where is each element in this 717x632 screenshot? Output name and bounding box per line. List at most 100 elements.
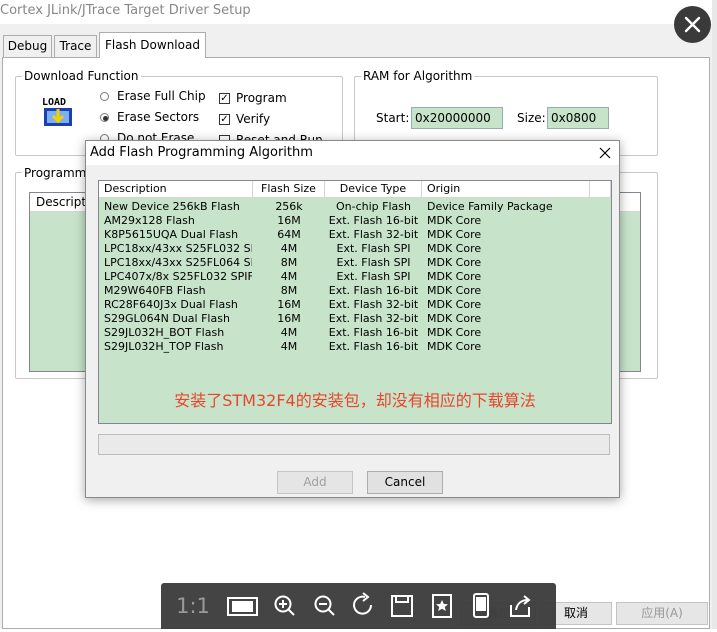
cell-description: K8P5615UQA Dual Flash (104, 228, 239, 241)
cell-origin: MDK Core (427, 326, 482, 339)
cell-origin: MDK Core (427, 298, 482, 311)
cell-origin: MDK Core (427, 214, 482, 227)
cell-description: LPC18xx/43xx S25FL064 SP... (104, 256, 252, 269)
cell-flash-size: 16M (277, 298, 301, 311)
table-row[interactable]: M29W640FB Flash 8M Ext. Flash 16-bit MDK Co… (99, 284, 611, 298)
cell-description: LPC18xx/43xx S25FL032 SP... (104, 242, 252, 255)
cell-device-type: Ext. Flash 32-bit (328, 228, 419, 241)
ram-start-label: Start: (376, 111, 410, 125)
erase-sectors-label: Erase Sectors (117, 110, 200, 124)
download-function-legend: Download Function (22, 69, 141, 83)
viewer-toolbar: 1:1 (161, 583, 556, 629)
share-icon[interactable] (501, 583, 539, 629)
viewer-close-icon[interactable] (674, 6, 711, 43)
erase-full-chip-label: Erase Full Chip (117, 89, 206, 103)
cell-description: RC28F640J3x Dual Flash (104, 298, 238, 311)
cancel-dialog-button[interactable]: Cancel (367, 471, 443, 494)
cell-origin: Device Family Package (427, 200, 553, 213)
cell-flash-size: 4M (280, 270, 298, 283)
ram-start-input[interactable]: 0x20000000 (411, 107, 503, 129)
add-flash-algorithm-dialog: Add Flash Programming Algorithm Descript… (85, 140, 620, 498)
verify-checkbox[interactable]: ✓ (219, 114, 230, 125)
cell-flash-size: 64M (277, 228, 301, 241)
fit-screen-icon[interactable] (223, 583, 261, 629)
table-row[interactable]: LPC18xx/43xx S25FL032 SP... 4M Ext. Flash … (99, 242, 611, 256)
program-label: Program (236, 91, 287, 105)
progress-bar (98, 434, 610, 455)
ram-legend: RAM for Algorithm (361, 69, 475, 83)
zoom-in-icon[interactable] (266, 583, 304, 629)
annotation-note: 安装了STM32F4的安装包，却没有相应的下载算法 (174, 391, 536, 410)
table-row[interactable]: New Device 256kB Flash 256k On-chip Flash D… (99, 200, 611, 214)
cell-description: S29JL032H_TOP Flash (104, 340, 224, 353)
window-title: Cortex JLink/JTrace Target Driver Setup (0, 0, 712, 24)
cell-device-type: Ext. Flash 16-bit (328, 284, 419, 297)
bookmark-icon[interactable] (423, 583, 461, 629)
cell-origin: MDK Core (427, 312, 482, 325)
cell-flash-size: 4M (280, 340, 298, 353)
verify-label: Verify (236, 112, 271, 126)
column-header-description[interactable]: Description (99, 181, 253, 198)
cell-device-type: Ext. Flash SPI (336, 270, 411, 283)
table-row[interactable]: S29JL032H_BOT Flash 4M Ext. Flash 16-bit MD… (99, 326, 611, 340)
erase-full-chip-radio[interactable] (100, 92, 109, 101)
column-header-flash-size[interactable]: Flash Size (253, 181, 325, 198)
cell-device-type: Ext. Flash 32-bit (328, 298, 419, 311)
table-row[interactable]: S29JL032H_TOP Flash 4M Ext. Flash 16-bit MD… (99, 340, 611, 354)
column-header-device-type[interactable]: Device Type (325, 181, 422, 198)
load-icon-text: LOAD (42, 97, 66, 108)
dialog-close-icon[interactable] (596, 144, 614, 162)
cell-device-type: Ext. Flash SPI (336, 256, 411, 269)
column-header-spacer (590, 181, 611, 198)
cell-origin: MDK Core (427, 256, 482, 269)
table-row[interactable]: LPC407x/8x S25FL032 SPIFI 4M Ext. Flash SP… (99, 270, 611, 284)
dialog-title: Add Flash Programming Algorithm (86, 141, 619, 165)
erase-sectors-radio[interactable] (100, 113, 109, 122)
tab-trace[interactable]: Trace (54, 35, 97, 57)
table-row[interactable]: LPC18xx/43xx S25FL064 SP... 8M Ext. Flash … (99, 256, 611, 270)
cell-flash-size: 16M (277, 312, 301, 325)
tab-flash-download[interactable]: Flash Download (99, 32, 206, 58)
table-row[interactable]: S29GL064N Dual Flash 16M Ext. Flash 32-bit… (99, 312, 611, 326)
tab-debug[interactable]: Debug (3, 35, 52, 57)
tab-label: Debug (7, 39, 48, 53)
table-row[interactable]: AM29x128 Flash 16M Ext. Flash 16-bit MDK Co… (99, 214, 611, 228)
cell-origin: MDK Core (427, 284, 482, 297)
cell-description: LPC407x/8x S25FL032 SPIFI (104, 270, 252, 283)
rotate-icon[interactable] (345, 583, 383, 629)
zoom-ratio-label[interactable]: 1:1 (171, 593, 215, 619)
cell-origin: MDK Core (427, 228, 482, 241)
add-button[interactable]: Add (277, 471, 353, 494)
apply-button[interactable]: 应用(A) (616, 602, 708, 625)
table-row[interactable]: K8P5615UQA Dual Flash 64M Ext. Flash 32-bi… (99, 228, 611, 242)
tab-label: Flash Download (105, 38, 200, 52)
cell-device-type: On-chip Flash (336, 200, 411, 213)
cell-description: New Device 256kB Flash (104, 200, 240, 213)
cell-flash-size: 4M (280, 326, 298, 339)
cell-flash-size: 8M (280, 284, 298, 297)
tab-label: Trace (59, 39, 92, 53)
cell-description: S29JL032H_BOT Flash (104, 326, 225, 339)
zoom-out-icon[interactable] (306, 583, 344, 629)
program-checkbox[interactable]: ✓ (219, 93, 230, 104)
cell-description: S29GL064N Dual Flash (104, 312, 230, 325)
cell-device-type: Ext. Flash 32-bit (328, 312, 419, 325)
phone-icon[interactable] (462, 583, 500, 629)
cell-flash-size: 4M (280, 242, 298, 255)
load-icon: LOAD (41, 94, 75, 128)
ram-size-label: Size: (517, 111, 546, 125)
cell-origin: MDK Core (427, 270, 482, 283)
table-row[interactable]: RC28F640J3x Dual Flash 16M Ext. Flash 32-b… (99, 298, 611, 312)
cell-flash-size: 16M (277, 214, 301, 227)
save-icon[interactable] (383, 583, 421, 629)
ram-size-input[interactable]: 0x0800 (547, 107, 609, 129)
programming-legend: Programm (22, 166, 89, 180)
cell-device-type: Ext. Flash 16-bit (328, 214, 419, 227)
cell-description: M29W640FB Flash (104, 284, 206, 297)
background-strip (712, 0, 717, 629)
cell-origin: MDK Core (427, 242, 482, 255)
cell-origin: MDK Core (427, 340, 482, 353)
column-header-origin[interactable]: Origin (422, 181, 590, 198)
cell-flash-size: 256k (275, 200, 303, 213)
algorithm-list[interactable]: Description Flash Size Device Type Origi… (98, 180, 612, 424)
